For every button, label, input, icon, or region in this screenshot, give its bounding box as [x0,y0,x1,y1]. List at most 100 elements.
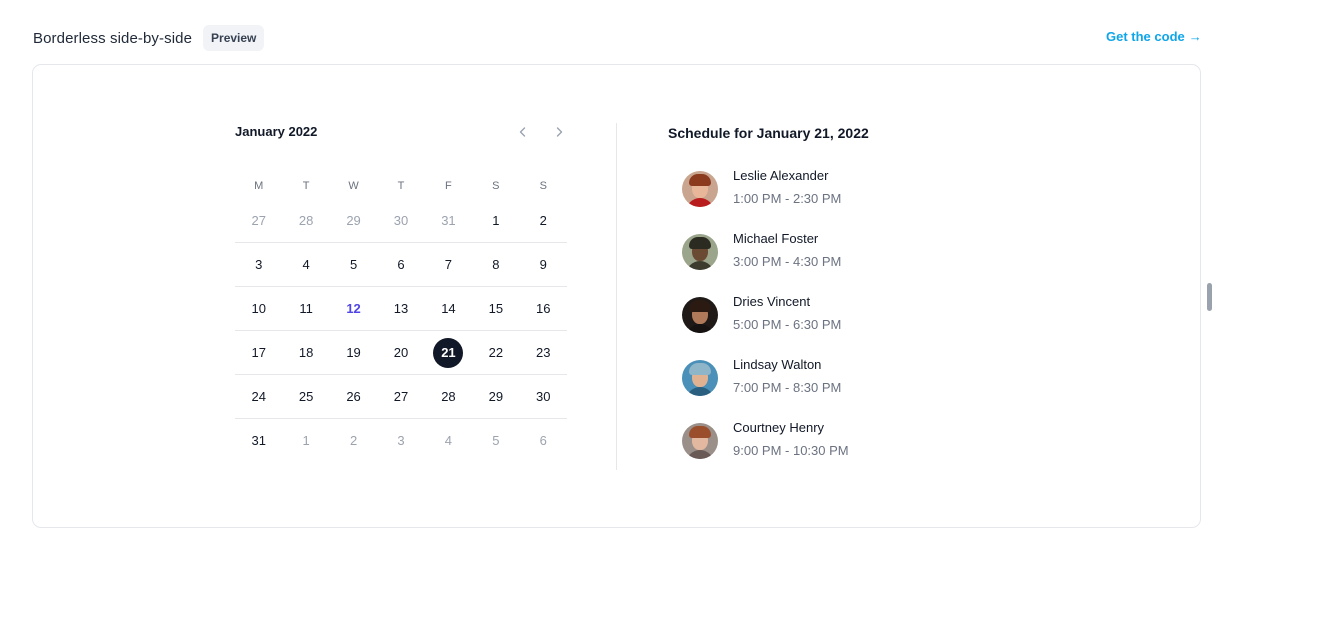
calendar-day-number: 23 [536,345,551,360]
weekday-label: S [492,180,500,192]
calendar-day-number: 28 [298,212,314,228]
weekday-label: M [254,180,264,192]
calendar-day[interactable]: 6 [520,419,567,462]
schedule-panel: Schedule for January 21, 2022 Leslie Ale… [668,125,1088,459]
calendar-day[interactable]: 22 [472,331,519,374]
calendar-day[interactable]: 9 [520,243,567,286]
calendar-day-number: 5 [492,433,500,448]
calendar-day-number: 19 [346,345,361,360]
calendar-day[interactable]: 4 [282,243,329,286]
calendar-day[interactable]: 21 [425,331,472,374]
calendar-day-number: 24 [251,389,266,404]
calendar-day-number: 14 [441,301,456,316]
calendar-day[interactable]: 31 [425,198,472,242]
event-person-name: Leslie Alexander [733,168,829,183]
calendar-day[interactable]: 4 [425,419,472,462]
schedule-event[interactable]: Lindsay Walton 7:00 PM - 8:30 PM [682,357,849,420]
calendar-day[interactable]: 19 [330,331,377,374]
calendar-day[interactable]: 5 [330,243,377,286]
calendar-day[interactable]: 25 [282,375,329,418]
calendar-week-row: 27 28 29 30 31 1 2 [235,198,567,242]
calendar-day[interactable]: 30 [520,375,567,418]
avatar [682,360,718,396]
calendar-day-number: 21 [433,337,464,368]
weekday-headers: MTWTFSS [235,180,567,192]
calendar-day-number: 6 [539,433,547,448]
arrow-right-icon: → [1188,29,1202,44]
calendar-day-number: 1 [492,212,500,228]
calendar-day[interactable]: 18 [282,331,329,374]
calendar-week-row: 10 11 12 13 14 15 16 [235,286,567,330]
event-time: 5:00 PM - 6:30 PM [733,317,842,332]
preview-badge[interactable]: Preview [203,25,265,51]
event-details: Michael Foster 3:00 PM - 4:30 PM [733,231,841,270]
section-header: Borderless side-by-side Preview [33,25,265,51]
calendar-day-number: 25 [298,389,314,404]
calendar-day-number: 18 [298,345,314,360]
calendar-day[interactable]: 23 [520,331,567,374]
calendar-day[interactable]: 29 [330,198,377,242]
calendar-day[interactable]: 15 [472,287,519,330]
next-month-button[interactable] [549,122,569,142]
previous-month-button[interactable] [513,122,533,142]
calendar-day-number: 27 [393,389,409,404]
calendar-day[interactable]: 28 [425,375,472,418]
calendar-day[interactable]: 1 [282,419,329,462]
calendar-day[interactable]: 20 [377,331,424,374]
avatar-hair [689,300,711,312]
calendar-day[interactable]: 16 [520,287,567,330]
schedule-event[interactable]: Dries Vincent 5:00 PM - 6:30 PM [682,294,849,357]
calendar-day[interactable]: 12 [330,287,377,330]
calendar-grid: 27 28 29 30 31 1 2 3 4 5 6 7 8 9 10 11 12 13 14 15 16 17 18 19 2… [235,198,567,462]
schedule-title: Schedule for January 21, 2022 [668,125,869,141]
calendar-day[interactable]: 5 [472,419,519,462]
calendar-day[interactable]: 3 [377,419,424,462]
avatar-shoulders [686,198,714,207]
calendar-day[interactable]: 13 [377,287,424,330]
calendar-day[interactable]: 24 [235,375,282,418]
event-details: Courtney Henry 9:00 PM - 10:30 PM [733,420,849,459]
calendar-day[interactable]: 31 [235,419,282,462]
weekday-label: T [397,180,405,192]
calendar-day[interactable]: 1 [472,198,519,242]
calendar-day-number: 28 [441,389,456,404]
calendar-day[interactable]: 7 [425,243,472,286]
calendar-week-row: 31 1 2 3 4 5 6 [235,418,567,462]
avatar [682,297,718,333]
get-code-link[interactable]: Get the code → [1106,29,1202,44]
calendar-day-number: 27 [251,212,266,228]
event-time: 3:00 PM - 4:30 PM [733,254,842,269]
calendar-day[interactable]: 2 [330,419,377,462]
calendar-day[interactable]: 27 [235,198,282,242]
calendar-day-number: 22 [488,345,504,360]
avatar [682,171,718,207]
avatar-hair [689,174,711,186]
calendar-day[interactable]: 30 [377,198,424,242]
avatar-shoulders [686,450,714,459]
calendar-day[interactable]: 6 [377,243,424,286]
event-person-name: Michael Foster [733,231,819,246]
calendar-day[interactable]: 10 [235,287,282,330]
schedule-event[interactable]: Michael Foster 3:00 PM - 4:30 PM [682,231,849,294]
schedule-event[interactable]: Courtney Henry 9:00 PM - 10:30 PM [682,420,849,483]
calendar-day[interactable]: 27 [377,375,424,418]
calendar-day-number: 11 [299,301,313,316]
scrollbar-thumb[interactable] [1207,283,1212,311]
calendar-day[interactable]: 8 [472,243,519,286]
calendar-day[interactable]: 26 [330,375,377,418]
calendar-day-number: 4 [302,257,310,272]
calendar-day[interactable]: 28 [282,198,329,242]
event-person-name: Lindsay Walton [733,357,822,372]
calendar-day[interactable]: 17 [235,331,282,374]
calendar-day[interactable]: 2 [520,198,567,242]
month-label: January 2022 [235,124,318,139]
calendar-day[interactable]: 11 [282,287,329,330]
calendar-day[interactable]: 29 [472,375,519,418]
schedule-event[interactable]: Leslie Alexander 1:00 PM - 2:30 PM [682,168,849,231]
calendar-day-number: 9 [539,257,547,272]
calendar-day[interactable]: 3 [235,243,282,286]
calendar-day-number: 6 [397,257,405,272]
calendar-day-number: 13 [393,301,409,316]
calendar-day[interactable]: 14 [425,287,472,330]
weekday-label: W [348,180,359,192]
